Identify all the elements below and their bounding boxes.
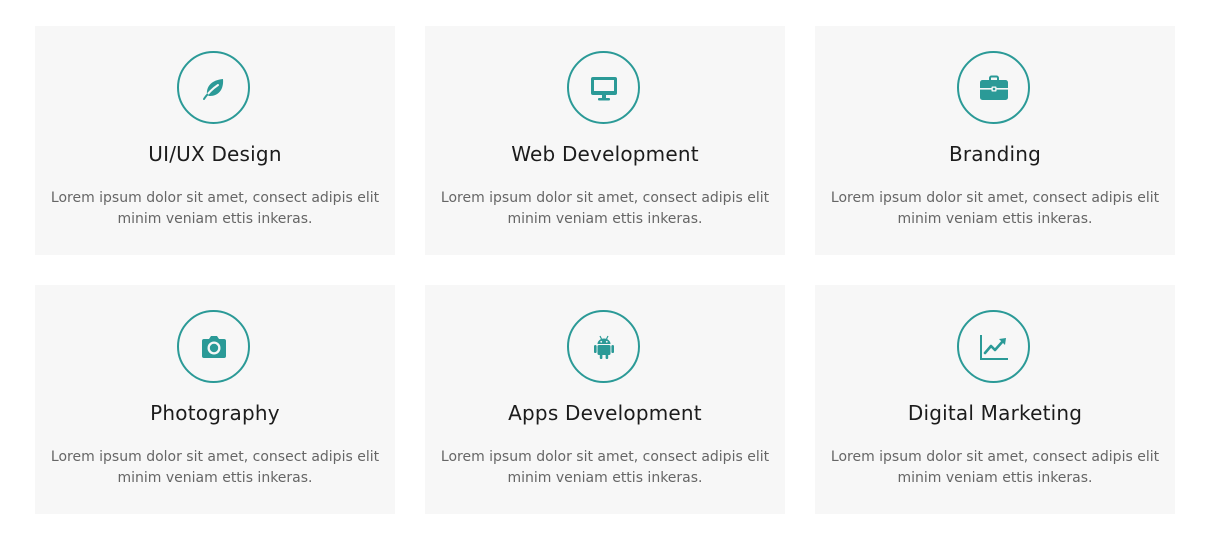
service-description: Lorem ipsum dolor sit amet, consect adip… — [440, 449, 770, 486]
service-icon-circle — [567, 310, 640, 383]
service-title: Digital Marketing — [907, 401, 1083, 425]
service-description: Lorem ipsum dolor sit amet, consect adip… — [830, 190, 1160, 227]
service-icon-circle — [177, 310, 250, 383]
service-title: Web Development — [511, 142, 699, 166]
service-card-apps-development: Apps Development Lorem ipsum dolor sit a… — [425, 285, 785, 514]
camera-icon — [201, 335, 226, 358]
line-chart-icon — [979, 334, 1008, 360]
service-description: Lorem ipsum dolor sit amet, consect adip… — [50, 190, 380, 227]
service-title: Branding — [948, 142, 1042, 166]
service-icon-circle — [177, 51, 250, 124]
service-card-photography: Photography Lorem ipsum dolor sit amet, … — [35, 285, 395, 514]
service-title: UI/UX Design — [148, 142, 282, 166]
service-card-web-development: Web Development Lorem ipsum dolor sit am… — [425, 26, 785, 255]
android-icon — [593, 335, 614, 359]
service-icon-circle — [957, 310, 1030, 383]
leaf-icon — [202, 78, 223, 100]
service-card-digital-marketing: Digital Marketing Lorem ipsum dolor sit … — [815, 285, 1175, 514]
service-title: Apps Development — [508, 401, 702, 425]
services-grid: UI/UX Design Lorem ipsum dolor sit amet,… — [0, 0, 1212, 549]
service-description: Lorem ipsum dolor sit amet, consect adip… — [440, 190, 770, 227]
service-description: Lorem ipsum dolor sit amet, consect adip… — [830, 449, 1160, 486]
service-card-ui-ux-design: UI/UX Design Lorem ipsum dolor sit amet,… — [35, 26, 395, 255]
briefcase-icon — [979, 75, 1008, 100]
service-title: Photography — [150, 401, 280, 425]
service-description: Lorem ipsum dolor sit amet, consect adip… — [50, 449, 380, 486]
service-icon-circle — [957, 51, 1030, 124]
desktop-icon — [590, 76, 617, 100]
service-card-branding: Branding Lorem ipsum dolor sit amet, con… — [815, 26, 1175, 255]
service-icon-circle — [567, 51, 640, 124]
